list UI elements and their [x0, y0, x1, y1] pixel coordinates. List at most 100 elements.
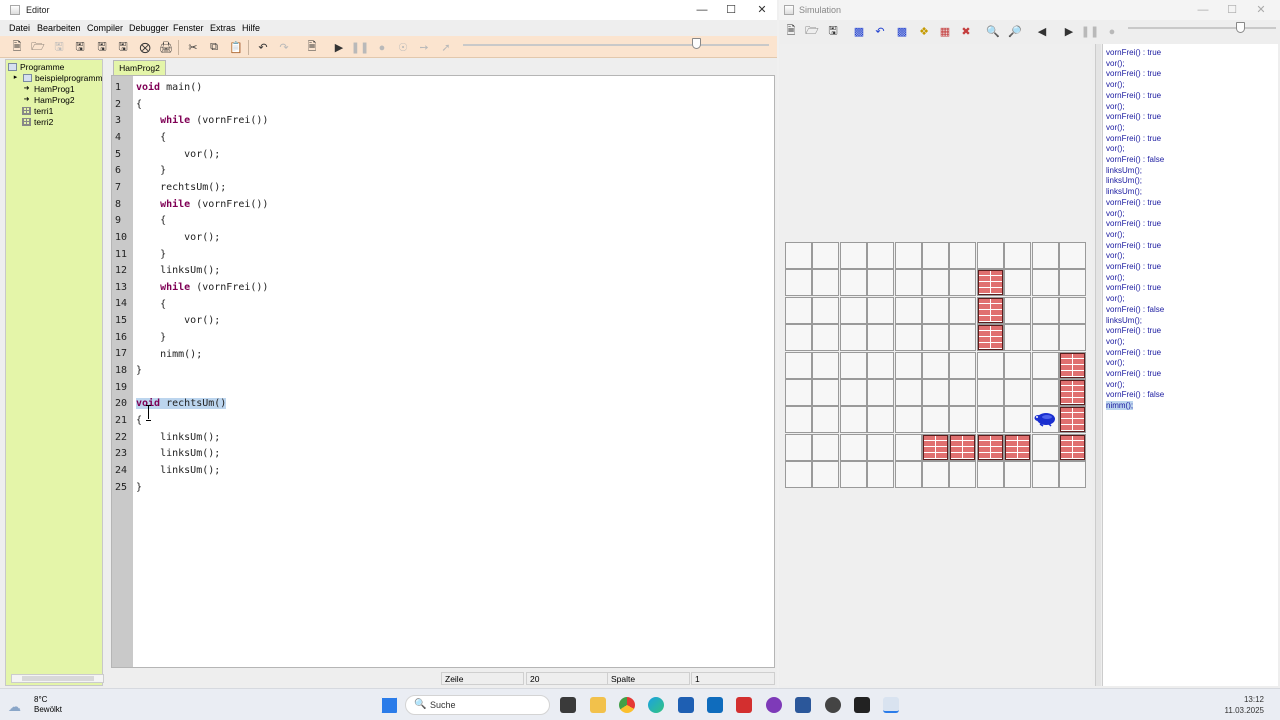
territory-cell[interactable] [922, 406, 949, 434]
cut-icon[interactable]: ✂ [184, 39, 202, 56]
territory-cell[interactable] [1031, 379, 1059, 406]
menu-debugger[interactable]: Debugger [129, 23, 169, 33]
tree-item-hamprog2[interactable]: ➜ HamProg2 [22, 95, 75, 105]
territory-cell[interactable] [949, 461, 977, 489]
territory-cell[interactable] [976, 242, 1004, 269]
chrome-icon[interactable] [619, 697, 635, 713]
compile-icon[interactable]: 🗎 [303, 39, 321, 56]
hamster-size-icon[interactable]: ▩ [850, 23, 868, 40]
screen-recorder-icon[interactable] [766, 697, 782, 713]
zoom-in-icon[interactable]: 🔍 [984, 23, 1002, 40]
territory-cell[interactable] [812, 296, 840, 324]
territory-cell[interactable] [894, 296, 922, 324]
maximize-icon[interactable]: ☐ [716, 2, 746, 18]
java-taskbar-icon[interactable] [883, 697, 899, 713]
place-wall-icon[interactable]: ▦ [936, 23, 954, 40]
territory-cell[interactable] [894, 242, 922, 269]
territory-cell[interactable] [839, 296, 867, 324]
territory-cell[interactable] [867, 406, 895, 434]
territory-cell[interactable] [785, 324, 812, 352]
new-file-icon[interactable]: 🗎 [8, 39, 26, 56]
territory-cell[interactable] [839, 406, 867, 434]
system-clock[interactable]: 13:12 11.03.2025 [1225, 694, 1264, 716]
territory-cell[interactable] [1031, 242, 1059, 269]
edge-icon[interactable] [648, 697, 664, 713]
territory-cell[interactable] [1031, 433, 1059, 461]
close-file-icon[interactable]: ⨂ [136, 39, 154, 56]
run-icon[interactable]: ▶ [1060, 23, 1078, 40]
step-into-icon[interactable]: ☉ [394, 39, 412, 56]
print-icon[interactable]: 🖨 [157, 39, 175, 56]
taskbar-search[interactable]: 🔍 Suche [405, 695, 550, 715]
step-over-icon[interactable]: ➙ [415, 39, 433, 56]
copy-icon[interactable]: ⧉ [205, 39, 223, 56]
territory-cell[interactable] [812, 433, 840, 461]
territory-cell[interactable] [1004, 461, 1032, 489]
scrollbar-thumb[interactable] [22, 676, 94, 681]
territory-cell[interactable] [1004, 406, 1032, 434]
pdf-reader-icon[interactable] [736, 697, 752, 713]
territory-cell[interactable] [839, 242, 867, 269]
territory-cell[interactable] [922, 242, 949, 269]
tree-folder[interactable]: ▸ beispielprogramm [11, 73, 103, 83]
territory-cell[interactable] [867, 242, 895, 269]
save-territory-icon[interactable]: 🖫 [824, 23, 842, 40]
step-back-icon[interactable]: ◀ [1033, 23, 1051, 40]
territory-cell[interactable] [867, 379, 895, 406]
territory-cell[interactable] [839, 379, 867, 406]
territory-cell[interactable] [867, 324, 895, 352]
territory-cell[interactable] [839, 324, 867, 352]
territory-cell[interactable] [1059, 324, 1086, 352]
stop-icon[interactable]: ● [373, 39, 391, 56]
save-all-files-icon[interactable]: 🖫 [114, 39, 132, 56]
territory-cell[interactable] [1059, 461, 1086, 489]
territory-cell[interactable] [867, 433, 895, 461]
territory-cell[interactable] [1004, 351, 1032, 379]
simulation-titlebar[interactable]: Simulation — ☐ ✕ [779, 0, 1280, 20]
territory-cell[interactable] [894, 461, 922, 489]
terminal-icon[interactable] [854, 697, 870, 713]
tree-item-terri1[interactable]: terri1 [22, 106, 53, 116]
code-editor[interactable]: 1 2 3 4 5 6 7 8 9 10 11 12 13 14 15 16 17 18 19 20 21 22 23 24 2… [111, 75, 775, 668]
place-hamster-icon[interactable]: ▩ [893, 23, 911, 40]
territory-cell[interactable] [812, 379, 840, 406]
territory-cell[interactable] [867, 461, 895, 489]
territory-cell[interactable] [922, 351, 949, 379]
tree-item-terri2[interactable]: terri2 [22, 117, 53, 127]
territory-cell[interactable] [894, 269, 922, 297]
new-territory-icon[interactable]: 🗎 [782, 23, 800, 40]
menu-compiler[interactable]: Compiler [87, 23, 123, 33]
territory-cell[interactable] [812, 324, 840, 352]
territory-cell[interactable] [1059, 296, 1086, 324]
territory-cell[interactable] [894, 406, 922, 434]
territory-cell[interactable] [922, 296, 949, 324]
start-menu-icon[interactable] [381, 697, 397, 713]
territory-cell[interactable] [867, 269, 895, 297]
zoom-out-icon[interactable]: 🔎 [1006, 23, 1024, 40]
territory-cell[interactable] [867, 296, 895, 324]
territory-cell[interactable] [1031, 296, 1059, 324]
territory-cell[interactable] [812, 406, 840, 434]
territory-cell[interactable] [785, 296, 812, 324]
speed-slider-knob[interactable] [691, 38, 701, 49]
step-out-icon[interactable]: ➚ [437, 39, 455, 56]
territory-cell[interactable] [949, 269, 977, 297]
territory-cell[interactable] [1059, 242, 1086, 269]
territory-cell[interactable] [949, 351, 977, 379]
pause-icon[interactable]: ❚❚ [351, 39, 369, 56]
territory-cell[interactable] [894, 379, 922, 406]
task-view-icon[interactable] [560, 697, 576, 713]
territory-cell[interactable] [1004, 324, 1032, 352]
territory-cell[interactable] [839, 351, 867, 379]
close-icon[interactable]: ✕ [747, 2, 777, 18]
territory-cell[interactable] [867, 351, 895, 379]
territory-cell[interactable] [922, 269, 949, 297]
menu-hilfe[interactable]: Hilfe [242, 23, 260, 33]
menu-extras[interactable]: Extras [210, 23, 236, 33]
territory-cell[interactable] [785, 379, 812, 406]
calendar-app-icon[interactable] [678, 697, 694, 713]
territory-cell[interactable] [839, 461, 867, 489]
territory-cell[interactable] [1031, 269, 1059, 297]
territory-cell[interactable] [1031, 324, 1059, 352]
expand-icon[interactable]: ▸ [11, 74, 20, 82]
